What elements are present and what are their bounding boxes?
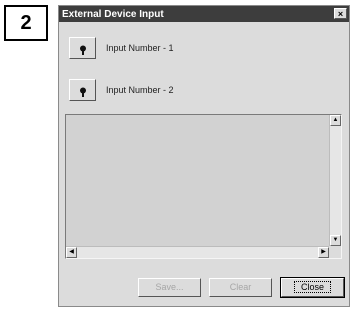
close-button[interactable]: Close	[280, 277, 345, 298]
vertical-scrollbar[interactable]: ▲ ▼	[329, 115, 341, 246]
close-button-label: Close	[293, 281, 331, 293]
horizontal-scrollbar[interactable]: ◀ ▶	[66, 246, 329, 258]
input-2-label: Input Number - 2	[106, 85, 174, 95]
input-row-1: Input Number - 1	[69, 37, 174, 59]
scroll-right-button[interactable]: ▶	[318, 247, 329, 258]
save-button[interactable]: Save...	[138, 278, 201, 297]
input-row-2: Input Number - 2	[69, 79, 174, 101]
step-number-badge: 2	[4, 5, 48, 41]
title-bar: External Device Input ×	[59, 6, 349, 22]
clear-button[interactable]: Clear	[209, 278, 272, 297]
input-1-button[interactable]	[69, 37, 96, 59]
plug-icon	[80, 87, 86, 97]
external-device-input-dialog: External Device Input × Input Number - 1…	[58, 5, 350, 307]
input-2-button[interactable]	[69, 79, 96, 101]
title-close-button[interactable]: ×	[334, 8, 347, 19]
input-1-label: Input Number - 1	[106, 43, 174, 53]
plug-icon	[80, 45, 86, 55]
scrollbar-corner	[329, 246, 341, 258]
scroll-down-button[interactable]: ▼	[330, 235, 341, 246]
scroll-up-button[interactable]: ▲	[330, 115, 341, 126]
dialog-title: External Device Input	[62, 8, 164, 20]
input-log-listbox[interactable]: ▲ ▼ ◀ ▶	[65, 114, 342, 259]
scroll-left-button[interactable]: ◀	[66, 247, 77, 258]
